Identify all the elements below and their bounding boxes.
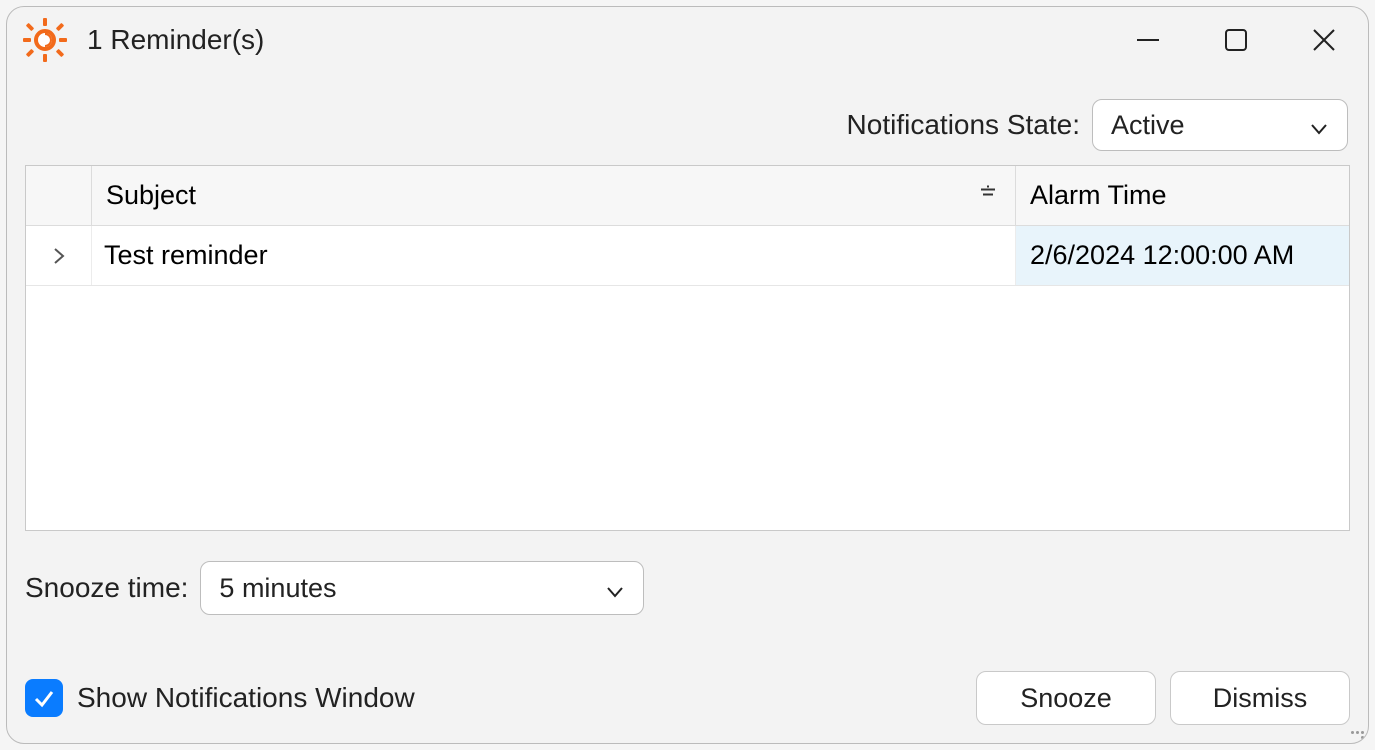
expander-column-header [26,166,92,225]
toolbar: Notifications State: Active [7,73,1368,165]
snooze-time-select[interactable]: 5 minutes [200,561,644,615]
minimize-button[interactable] [1104,10,1192,70]
row-expander[interactable] [26,226,92,285]
check-icon [32,686,56,710]
gear-icon [23,18,67,62]
snooze-time-value: 5 minutes [219,573,336,604]
grid-header: Subject Alarm Time [26,166,1349,226]
close-button[interactable] [1280,10,1368,70]
footer: Show Notifications Window Snooze Dismiss [25,671,1350,725]
titlebar[interactable]: 1 Reminder(s) [7,7,1368,73]
chevron-down-icon [605,578,625,598]
notifications-state-label: Notifications State: [847,109,1080,141]
reminders-window: 1 Reminder(s) Notifications State: Activ… [6,6,1369,744]
window-controls [1104,7,1368,73]
show-notifications-label: Show Notifications Window [77,682,415,714]
snooze-button[interactable]: Snooze [976,671,1156,725]
maximize-button[interactable] [1192,10,1280,70]
snooze-time-label: Snooze time: [25,572,188,604]
chevron-right-icon [50,247,68,265]
alarm-time-column-header[interactable]: Alarm Time [1016,166,1349,225]
window-title: 1 Reminder(s) [87,24,264,56]
show-notifications-checkbox[interactable] [25,679,63,717]
reminders-grid: Subject Alarm Time [25,165,1350,531]
notifications-state-value: Active [1111,110,1185,141]
row-alarm-time: 2/6/2024 12:00:00 AM [1016,226,1349,285]
chevron-down-icon [1309,115,1329,135]
sort-icon [977,180,999,211]
resize-grip[interactable] [1350,725,1364,739]
row-subject: Test reminder [92,226,1016,285]
notifications-state-select[interactable]: Active [1092,99,1348,151]
subject-column-header[interactable]: Subject [92,166,1016,225]
snooze-time-row: Snooze time: 5 minutes [7,531,1368,615]
table-row[interactable]: Test reminder 2/6/2024 12:00:00 AM [26,226,1349,286]
dismiss-button[interactable]: Dismiss [1170,671,1350,725]
